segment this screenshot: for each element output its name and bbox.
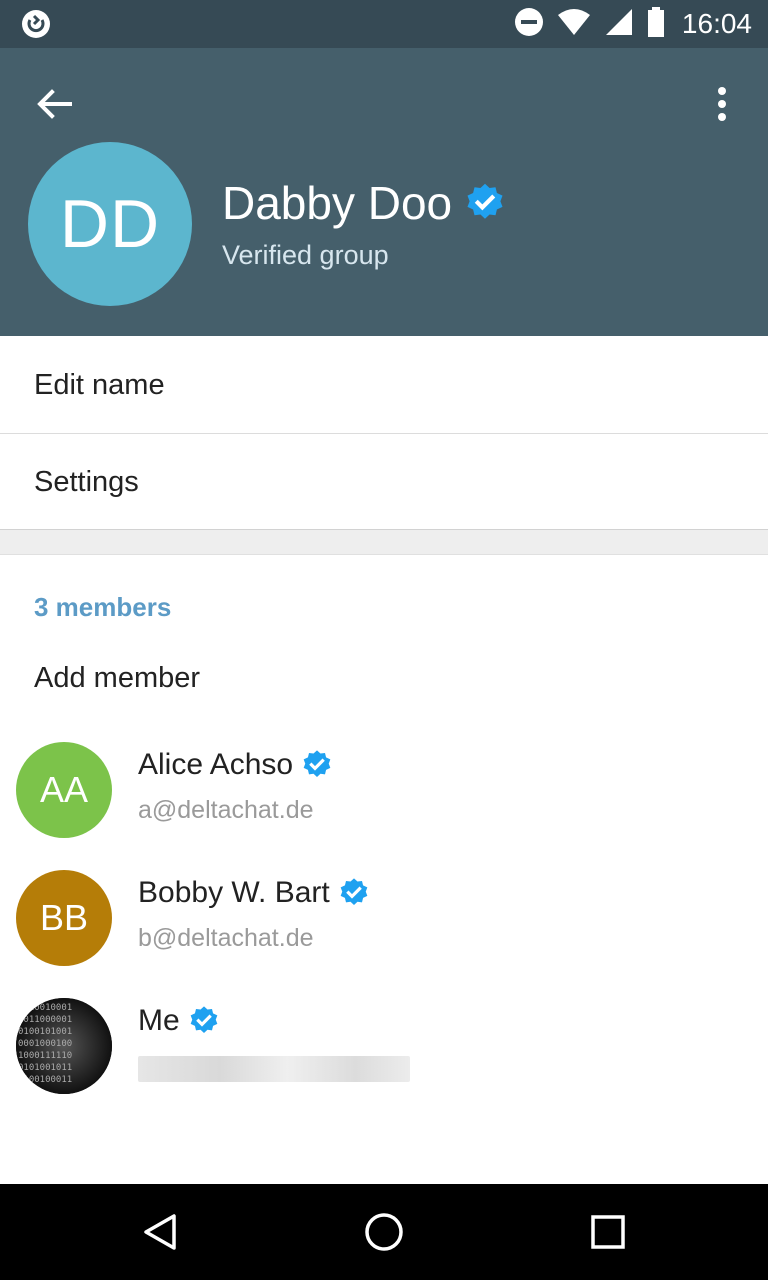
verified-badge-icon xyxy=(303,750,331,777)
edit-name-label: Edit name xyxy=(34,369,165,401)
do-not-disturb-icon xyxy=(514,7,544,42)
arrow-back-icon xyxy=(37,89,72,119)
nav-home-button[interactable] xyxy=(354,1202,414,1262)
svg-text:0101001011: 0101001011 xyxy=(18,1063,72,1073)
square-recents-icon xyxy=(591,1215,625,1249)
triangle-back-icon xyxy=(144,1214,176,1250)
back-button[interactable] xyxy=(26,82,82,126)
settings-label: Settings xyxy=(34,465,139,498)
wifi-icon xyxy=(556,7,592,42)
verified-badge-icon xyxy=(467,183,503,219)
svg-text:1100100011: 1100100011 xyxy=(18,1075,72,1085)
edit-name-item[interactable]: Edit name xyxy=(0,338,768,434)
member-name: Bobby W. Bart xyxy=(138,876,330,909)
system-navigation-bar xyxy=(0,1184,768,1280)
member-address-blurred xyxy=(138,1056,410,1082)
member-address: b@deltachat.de xyxy=(138,924,314,952)
nav-recents-button[interactable] xyxy=(578,1202,638,1262)
overflow-menu-button[interactable] xyxy=(700,80,744,128)
circle-home-icon xyxy=(365,1213,403,1251)
group-header: DD Dabby Doo Verified group xyxy=(0,48,768,336)
signal-icon xyxy=(604,7,634,42)
member-row[interactable]: 0110010001 1011000001 0100101001 0001000… xyxy=(0,998,768,1118)
member-row[interactable]: AA Alice Achso a@deltachat.de xyxy=(0,742,768,862)
app-notification-icon xyxy=(20,8,52,40)
more-vert-icon xyxy=(718,87,726,121)
nav-back-button[interactable] xyxy=(130,1202,190,1262)
member-address: a@deltachat.de xyxy=(138,796,314,824)
group-subtitle: Verified group xyxy=(222,240,389,270)
verified-badge-icon xyxy=(340,878,368,905)
member-row[interactable]: BB Bobby W. Bart b@deltachat.de xyxy=(0,870,768,990)
svg-text:0110010001: 0110010001 xyxy=(18,1003,72,1013)
members-count-header: 3 members xyxy=(34,592,172,622)
member-name: Alice Achso xyxy=(138,748,294,781)
status-time: 16:04 xyxy=(681,8,752,39)
svg-text:0100101001: 0100101001 xyxy=(18,1027,72,1037)
svg-text:1000111110: 1000111110 xyxy=(18,1051,72,1061)
avatar: BB xyxy=(16,870,112,966)
section-divider xyxy=(0,529,768,555)
avatar: 0110010001 1011000001 0100101001 0001000… xyxy=(16,998,112,1094)
add-member-button[interactable]: Add member xyxy=(34,662,200,695)
status-bar: 16:04 xyxy=(0,0,768,48)
group-avatar[interactable]: DD xyxy=(28,142,192,306)
battery-icon xyxy=(646,6,666,43)
member-name: Me xyxy=(138,1004,180,1037)
svg-text:0001000100: 0001000100 xyxy=(18,1039,72,1049)
avatar: AA xyxy=(16,742,112,838)
settings-item[interactable]: Settings xyxy=(0,434,768,530)
verified-badge-icon xyxy=(190,1006,218,1033)
svg-text:1011000001: 1011000001 xyxy=(18,1015,72,1025)
group-title: Dabby Doo xyxy=(222,177,453,229)
